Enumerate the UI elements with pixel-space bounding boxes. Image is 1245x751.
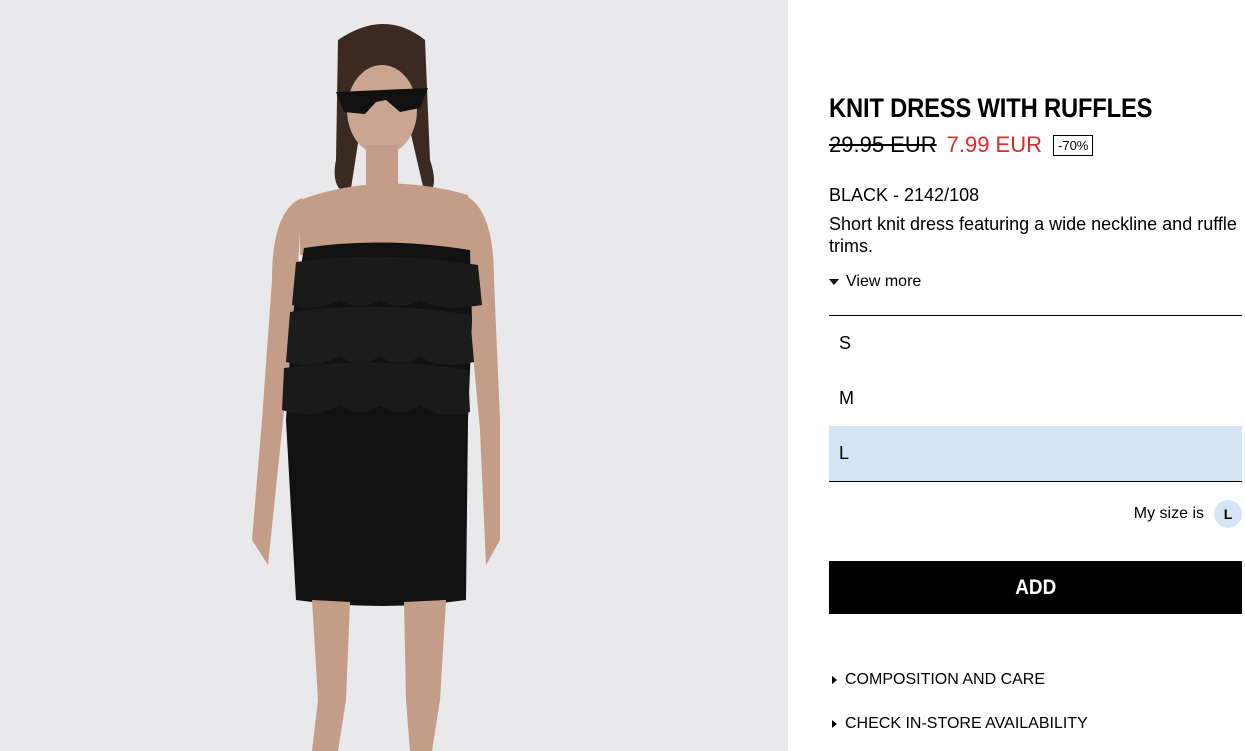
caret-down-icon xyxy=(829,279,839,285)
my-size-label: My size is xyxy=(1133,505,1204,522)
store-availability-link[interactable]: CHECK IN-STORE AVAILABILITY xyxy=(829,715,1088,733)
add-to-cart-button[interactable]: ADD xyxy=(829,561,1242,614)
add-button-label: ADD xyxy=(1015,575,1056,599)
color-reference: BLACK - 2142/108 xyxy=(829,185,980,205)
composition-care-label: COMPOSITION AND CARE xyxy=(845,671,1046,688)
price-row: 29.95 EUR 7.99 EUR -70% xyxy=(829,131,1094,159)
size-selector: S M L xyxy=(829,315,1242,482)
caret-right-icon xyxy=(832,720,837,728)
size-label: M xyxy=(839,388,854,408)
old-price: 29.95 EUR xyxy=(829,132,937,157)
view-more-toggle[interactable]: View more xyxy=(829,273,921,291)
composition-care-link[interactable]: COMPOSITION AND CARE xyxy=(829,671,1045,689)
view-more-label: View more xyxy=(846,273,922,290)
product-image[interactable] xyxy=(0,0,788,751)
discount-badge: -70% xyxy=(1053,134,1094,156)
sale-price: 7.99 EUR xyxy=(946,132,1043,157)
size-option-m[interactable]: M xyxy=(829,371,1242,426)
product-description: Short knit dress featuring a wide neckli… xyxy=(829,214,1237,256)
size-label: L xyxy=(839,443,850,463)
my-size-badge: L xyxy=(1214,500,1242,528)
my-size-indicator[interactable]: My size is L xyxy=(1134,500,1242,528)
size-option-l[interactable]: L xyxy=(829,426,1242,481)
store-availability-label: CHECK IN-STORE AVAILABILITY xyxy=(845,715,1088,732)
size-label: S xyxy=(839,333,852,353)
product-detail-panel: KNIT DRESS WITH RUFFLES 29.95 EUR 7.99 E… xyxy=(829,0,1242,751)
product-title: KNIT DRESS WITH RUFFLES xyxy=(829,93,1153,123)
caret-right-icon xyxy=(832,676,837,684)
product-photo xyxy=(0,0,788,751)
size-option-s[interactable]: S xyxy=(829,316,1242,371)
